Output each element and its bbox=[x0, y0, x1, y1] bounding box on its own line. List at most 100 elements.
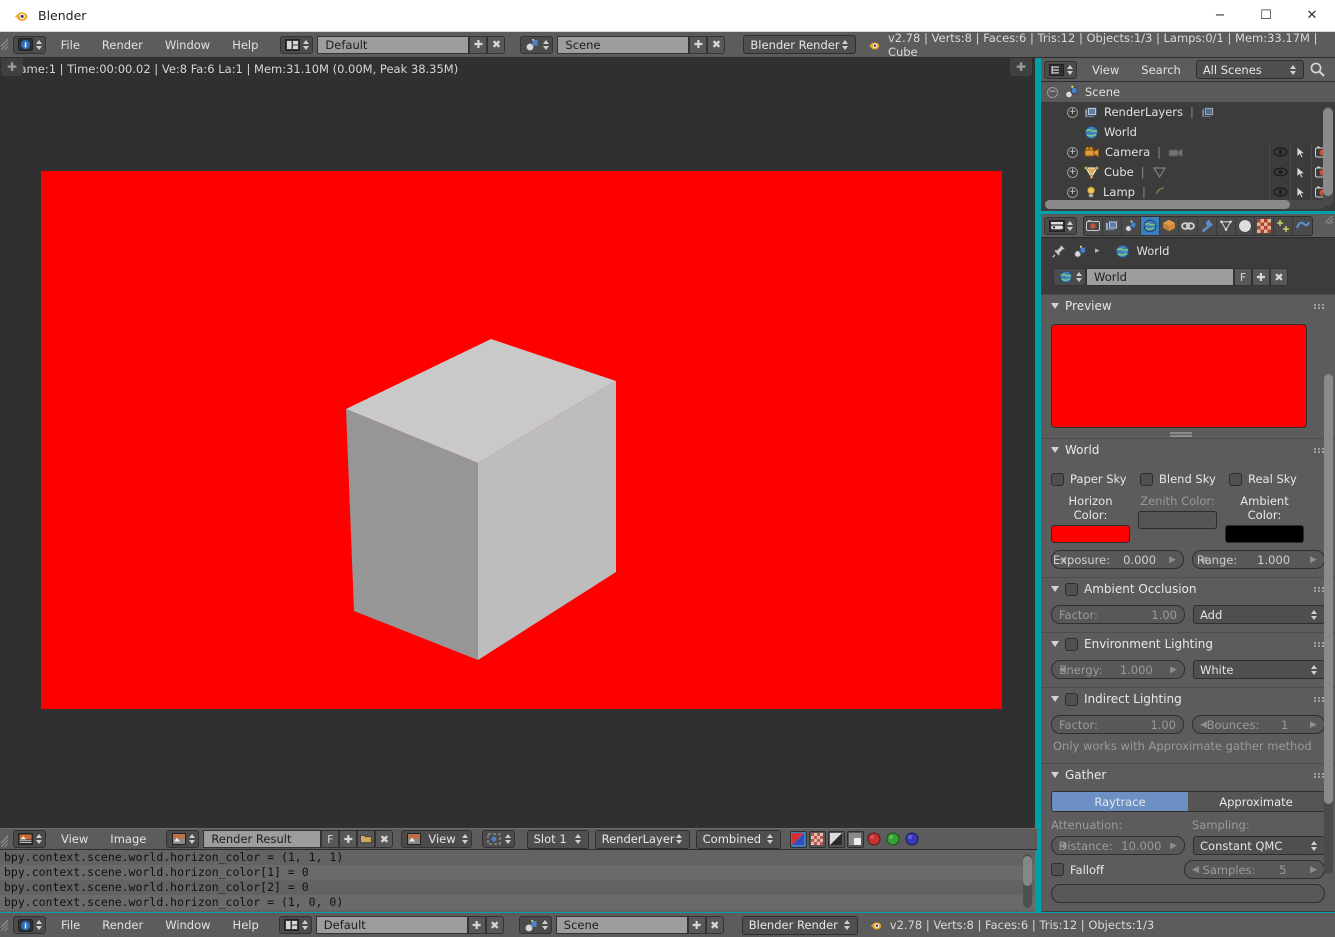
expand-toggle-icon[interactable]: + bbox=[1067, 166, 1078, 178]
gather-method-raytrace[interactable]: Raytrace bbox=[1052, 792, 1188, 811]
render-slot-selector[interactable]: Slot 1 bbox=[526, 829, 589, 849]
console-scrollbar[interactable] bbox=[1023, 854, 1032, 908]
color-and-alpha-icon[interactable] bbox=[789, 830, 807, 848]
indirect-factor-field[interactable]: Factor: 1.00 bbox=[1051, 715, 1184, 734]
bottom-menu-help[interactable]: Help bbox=[222, 913, 270, 937]
zdepth-icon[interactable] bbox=[827, 830, 845, 848]
image-view-mode-selector[interactable]: View bbox=[401, 830, 472, 848]
material-tab[interactable] bbox=[1236, 216, 1255, 235]
object-tab[interactable] bbox=[1160, 216, 1179, 235]
ao-blend-mode-selector[interactable]: Add bbox=[1193, 605, 1325, 624]
image-fake-user-button[interactable]: F bbox=[321, 830, 340, 848]
green-channel-icon[interactable] bbox=[885, 831, 902, 848]
close-button[interactable]: ✕ bbox=[1289, 0, 1335, 32]
zenith-color-swatch[interactable] bbox=[1138, 511, 1217, 529]
properties-scrollbar[interactable] bbox=[1324, 374, 1333, 874]
world-tab[interactable] bbox=[1141, 216, 1160, 235]
gather-method-approximate[interactable]: Approximate bbox=[1188, 792, 1324, 811]
panel-header-gather[interactable]: Gather bbox=[1041, 764, 1335, 786]
modifiers-tab[interactable] bbox=[1198, 216, 1217, 235]
panel-header-environment-lighting[interactable]: Environment Lighting bbox=[1041, 633, 1335, 655]
expand-toggle-icon[interactable]: + bbox=[1067, 146, 1078, 158]
ao-factor-field[interactable]: Factor: 1.00 bbox=[1051, 605, 1185, 624]
scene-delete-button[interactable]: ✖ bbox=[707, 35, 726, 54]
gather-samples-field[interactable]: ◀ Samples: 5 ▶ bbox=[1184, 860, 1325, 879]
real-sky-checkbox[interactable]: Real Sky bbox=[1229, 472, 1297, 486]
blend-sky-checkbox[interactable]: Blend Sky bbox=[1140, 472, 1229, 486]
render-engine-selector[interactable]: Blender Render bbox=[743, 35, 856, 54]
renderlayers-icon[interactable] bbox=[1201, 106, 1216, 119]
outliner-vertical-scrollbar[interactable] bbox=[1323, 106, 1333, 206]
decrement-arrow-icon[interactable]: ◀ bbox=[1192, 865, 1199, 875]
world-fake-user-button[interactable]: F bbox=[1234, 268, 1252, 286]
python-console[interactable]: bpy.context.scene.world.horizon_color = … bbox=[0, 850, 1037, 912]
world-add-button[interactable]: ✚ bbox=[1252, 268, 1270, 286]
environment-lighting-enable-checkbox[interactable] bbox=[1065, 637, 1078, 651]
pin-icon[interactable] bbox=[1052, 244, 1066, 258]
outliner-menu-search[interactable]: Search bbox=[1130, 58, 1192, 82]
bottom-screen-layout-add-button[interactable]: ✚ bbox=[467, 916, 486, 934]
ambient-occlusion-enable-checkbox[interactable] bbox=[1065, 582, 1078, 596]
increment-arrow-icon[interactable]: ▶ bbox=[1310, 555, 1317, 565]
scene-name[interactable]: Scene bbox=[557, 35, 690, 54]
screen-layout-name[interactable]: Default bbox=[317, 35, 470, 54]
image-editor-type-selector[interactable] bbox=[13, 830, 46, 848]
outliner-row-camera[interactable]: + Camera | bbox=[1041, 142, 1335, 162]
eye-icon[interactable] bbox=[1269, 142, 1290, 162]
world-name-field[interactable]: World bbox=[1086, 268, 1234, 286]
indirect-bounces-field[interactable]: ◀ Bounces: 1 ▶ bbox=[1192, 715, 1325, 734]
cursor-arrow-icon[interactable] bbox=[1290, 162, 1311, 182]
outliner-display-mode-selector[interactable]: All Scenes bbox=[1195, 60, 1304, 79]
outliner-menu-view[interactable]: View bbox=[1081, 58, 1130, 82]
minimize-button[interactable]: − bbox=[1197, 0, 1243, 32]
gather-sampling-method-selector[interactable]: Constant QMC bbox=[1193, 836, 1325, 855]
expand-toggle-icon[interactable]: + bbox=[1067, 106, 1078, 118]
mesh-data-icon[interactable] bbox=[1152, 165, 1167, 179]
gather-extra-field[interactable] bbox=[1051, 884, 1325, 903]
increment-arrow-icon[interactable]: ▶ bbox=[1170, 665, 1177, 675]
world-icon[interactable] bbox=[1115, 244, 1130, 259]
increment-arrow-icon[interactable]: ▶ bbox=[1170, 841, 1177, 851]
expand-toggle-icon[interactable]: + bbox=[1067, 186, 1078, 198]
editor-type-selector[interactable] bbox=[12, 35, 46, 54]
world-unlink-button[interactable]: ✖ bbox=[1270, 268, 1288, 286]
menu-help[interactable]: Help bbox=[221, 33, 269, 57]
object-data-tab[interactable] bbox=[1217, 216, 1236, 235]
texture-tab[interactable] bbox=[1255, 216, 1274, 235]
outliner-row-renderlayers[interactable]: + RenderLayers | bbox=[1041, 102, 1335, 122]
exposure-field[interactable]: ◀ Exposure: 0.000 ▶ bbox=[1051, 550, 1184, 569]
render-pass-selector[interactable]: Combined bbox=[695, 829, 781, 849]
increment-arrow-icon[interactable]: ▶ bbox=[1310, 865, 1317, 875]
panel-header-world[interactable]: World bbox=[1041, 439, 1335, 461]
bottom-scene-selector[interactable] bbox=[518, 916, 552, 934]
camera-data-icon[interactable] bbox=[1168, 146, 1184, 159]
eye-icon[interactable] bbox=[1269, 182, 1290, 202]
paper-sky-checkbox[interactable]: Paper Sky bbox=[1051, 472, 1140, 486]
screen-layout-add-button[interactable]: ✚ bbox=[469, 35, 488, 54]
increment-arrow-icon[interactable]: ▶ bbox=[1310, 720, 1317, 730]
panel-header-ambient-occlusion[interactable]: Ambient Occlusion bbox=[1041, 578, 1335, 600]
render-preview-icon[interactable] bbox=[846, 830, 864, 848]
expand-toggle-icon[interactable]: − bbox=[1047, 86, 1058, 98]
outliner-row-scene[interactable]: − Scene bbox=[1041, 82, 1335, 102]
horizon-color-swatch[interactable] bbox=[1051, 525, 1130, 543]
panel-header-indirect-lighting[interactable]: Indirect Lighting bbox=[1041, 688, 1335, 710]
env-color-selector[interactable]: White bbox=[1193, 660, 1325, 679]
gather-falloff-checkbox[interactable]: Falloff bbox=[1051, 863, 1176, 877]
properties-editor-type-selector[interactable] bbox=[1044, 216, 1077, 235]
ambient-color-swatch[interactable] bbox=[1225, 525, 1304, 543]
bottom-screen-layout-selector[interactable] bbox=[278, 916, 312, 934]
open-folder-icon[interactable] bbox=[357, 830, 376, 848]
image-add-button[interactable]: ✚ bbox=[339, 830, 358, 848]
render-layers-tab[interactable] bbox=[1103, 216, 1122, 235]
bottom-editor-type-selector[interactable] bbox=[13, 916, 46, 934]
bottom-screen-layout-name[interactable]: Default bbox=[315, 916, 468, 934]
panel-resize-handle[interactable] bbox=[1051, 428, 1311, 438]
scene-tab[interactable] bbox=[1122, 216, 1141, 235]
alpha-icon[interactable] bbox=[808, 830, 826, 848]
bottom-scene-add-button[interactable]: ✚ bbox=[687, 916, 706, 934]
bottom-screen-layout-delete-button[interactable]: ✖ bbox=[485, 916, 504, 934]
gather-distance-field[interactable]: ◀ Distance: 10.000 ▶ bbox=[1051, 836, 1185, 855]
image-name-field[interactable]: Render Result bbox=[203, 830, 322, 848]
constraints-tab[interactable] bbox=[1179, 216, 1198, 235]
